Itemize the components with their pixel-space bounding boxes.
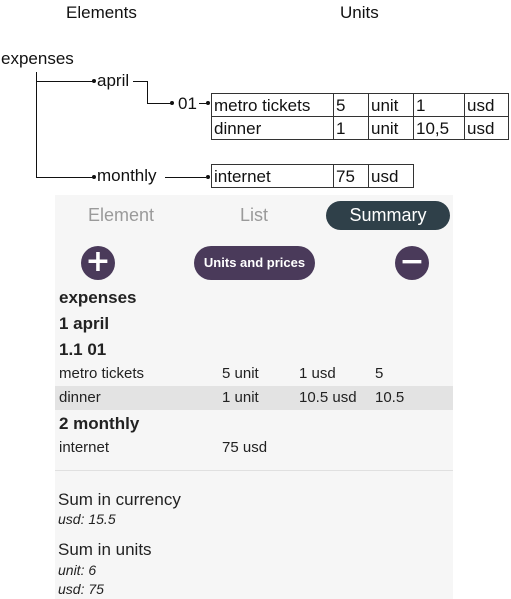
summary-root-title: expenses (59, 288, 137, 307)
tree-branch-monthly (36, 177, 94, 178)
units-cell-name: metro tickets (211, 93, 334, 117)
units-cell-qty: 1 (333, 116, 369, 140)
summary-row[interactable]: internet 75 usd (55, 436, 453, 460)
units-cell-unit: unit (368, 116, 414, 140)
add-button[interactable]: + (81, 246, 115, 280)
minus-icon: − (399, 244, 425, 279)
row-name: metro tickets (59, 365, 145, 382)
units-cell-currency: usd (368, 164, 414, 188)
tree-line-april-down (147, 81, 148, 103)
plus-icon: + (85, 244, 111, 279)
tree-dot-monthly-table (206, 175, 210, 179)
row-price: 10.5 usd (299, 389, 357, 406)
row-quantity: 75 usd (222, 439, 268, 456)
elements-heading: Elements (66, 3, 137, 22)
sum-in-units-value: unit: 6 (58, 562, 97, 578)
units-cell-currency: usd (464, 93, 509, 117)
tree-node-expenses: expenses (1, 49, 74, 68)
units-cell-price: 1 (413, 93, 465, 117)
row-quantity: 1 unit (222, 389, 259, 406)
units-cell-qty: 75 (333, 164, 369, 188)
tab-bar: Element List Summary (55, 195, 453, 237)
units-cell-name: dinner (211, 116, 334, 140)
sum-in-units-title: Sum in units (58, 540, 152, 559)
sum-in-units-value: usd: 75 (58, 581, 104, 597)
tree-node-april: april (97, 71, 130, 90)
units-table-row: internet 75 usd (211, 164, 414, 188)
remove-button[interactable]: − (395, 246, 429, 280)
summary-group-title: 2 monthly (59, 414, 140, 433)
tab-element[interactable]: Element (55, 201, 187, 230)
tree-link-monthly-table (165, 177, 206, 178)
row-name: dinner (59, 389, 101, 406)
tab-summary[interactable]: Summary (326, 201, 450, 230)
tree-node-01: 01 (178, 94, 197, 113)
units-cell-qty: 5 (333, 93, 369, 117)
summary-row-selected[interactable]: dinner 1 unit 10.5 usd 10.5 (55, 386, 453, 410)
screen: Elements Units expenses april 01 monthly… (0, 0, 511, 599)
units-cell-name: internet (211, 164, 334, 188)
units-table-row: dinner 1 unit 10,5 usd (211, 116, 509, 140)
tree-branch-april (36, 81, 94, 82)
units-heading: Units (340, 3, 379, 22)
structure-diagram: Elements Units expenses april 01 monthly… (0, 0, 511, 195)
row-total: 5 (375, 365, 384, 382)
sum-in-currency-title: Sum in currency (58, 490, 181, 509)
tree-dot-01 (170, 101, 174, 105)
tree-trunk-line (36, 72, 37, 178)
row-price: 1 usd (299, 365, 336, 382)
row-total: 10.5 (375, 389, 405, 406)
sum-in-currency-value: usd: 15.5 (58, 511, 116, 527)
units-table-monthly: internet 75 usd (211, 164, 414, 188)
tree-line-april-right (133, 81, 147, 82)
units-cell-currency: usd (464, 116, 509, 140)
section-divider (55, 470, 453, 471)
row-quantity: 5 unit (222, 365, 259, 382)
units-table-april-01: metro tickets 5 unit 1 usd dinner 1 unit… (211, 93, 509, 140)
units-cell-price: 10,5 (413, 116, 465, 140)
tree-dot-01-table (206, 101, 210, 105)
tab-list[interactable]: List (188, 201, 320, 230)
units-cell-unit: unit (368, 93, 414, 117)
tree-dot-monthly (92, 175, 96, 179)
tree-node-monthly: monthly (97, 166, 157, 185)
units-and-prices-button[interactable]: Units and prices (194, 246, 315, 280)
units-table-row: metro tickets 5 unit 1 usd (211, 93, 509, 117)
tree-dot-april (92, 79, 96, 83)
row-name: internet (59, 439, 110, 456)
app-panel: Element List Summary + Units and prices … (55, 195, 453, 599)
summary-group-title: 1 april (59, 314, 110, 333)
summary-subgroup-title: 1.1 01 (59, 340, 107, 359)
tree-branch-01 (147, 103, 171, 104)
summary-row[interactable]: metro tickets 5 unit 1 usd 5 (55, 362, 453, 386)
